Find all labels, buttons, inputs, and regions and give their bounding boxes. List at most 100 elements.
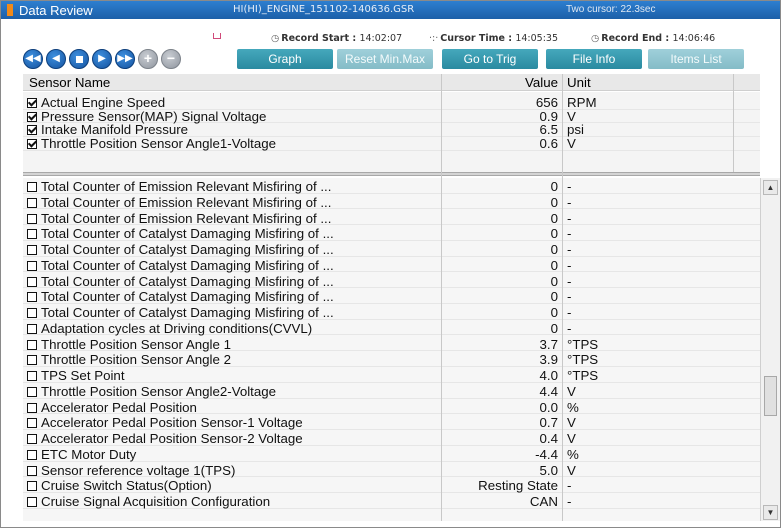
table-row[interactable]: Sensor reference voltage 1(TPS) 5.0 V [23, 463, 760, 478]
table-row[interactable]: Total Counter of Emission Relevant Misfi… [23, 180, 760, 194]
sensor-name: Total Counter of Emission Relevant Misfi… [41, 195, 332, 210]
row-checkbox[interactable] [27, 125, 37, 136]
table-row[interactable]: Throttle Position Sensor Angle 2 3.9 °TPS [23, 353, 760, 367]
table-row[interactable]: Throttle Position Sensor Angle2-Voltage 4… [23, 383, 760, 399]
scroll-thumb[interactable] [764, 376, 777, 416]
sensor-name: Sensor reference voltage 1(TPS) [41, 463, 236, 478]
row-checkbox[interactable] [27, 182, 37, 192]
row-checkbox[interactable] [27, 98, 37, 108]
table-row[interactable]: Accelerator Pedal Position Sensor-1 Volt… [23, 416, 760, 430]
table-row[interactable]: Accelerator Pedal Position 0.0% [23, 399, 760, 415]
row-checkbox[interactable] [27, 497, 37, 508]
table-row[interactable]: Total Counter of Catalyst Damaging Misfi… [23, 306, 760, 320]
sensor-name: Total Counter of Emission Relevant Misfi… [41, 211, 332, 226]
row-checkbox[interactable] [27, 434, 37, 445]
sensor-name: Pressure Sensor(MAP) Signal Voltage [41, 109, 267, 124]
row-checkbox[interactable] [27, 371, 37, 382]
sensor-name: Actual Engine Speed [41, 96, 166, 110]
toolbar: ◷ Record Start : 14:02:07 ·:· Cursor Time … [1, 19, 780, 73]
scroll-down-arrow-icon[interactable]: ▼ [763, 505, 778, 520]
vertical-scrollbar[interactable]: ▲ ▼ [760, 178, 780, 522]
sensor-table: Sensor Name Value Unit Actual Engine Spe… [23, 74, 780, 522]
row-checkbox[interactable] [27, 213, 37, 224]
column-header-unit[interactable]: Unit [567, 75, 591, 90]
file-info-button[interactable]: File Info [546, 49, 642, 69]
row-checkbox[interactable] [27, 386, 37, 397]
forward-fast-button[interactable]: ▶▶ [115, 49, 135, 69]
column-header-name[interactable]: Sensor Name [29, 75, 110, 90]
table-row[interactable]: Cruise Signal Acquisition Configuration C… [23, 495, 760, 509]
table-row[interactable]: Throttle Position Sensor Angle1-Voltage 0… [23, 137, 760, 151]
table-row[interactable]: ETC Motor Duty -4.4% [23, 447, 760, 462]
record-end-value: 14:06:46 [672, 33, 716, 44]
sensor-value: 3.7 [539, 336, 559, 352]
row-checkbox[interactable] [27, 308, 37, 319]
zoom-out-button[interactable]: − [161, 49, 181, 69]
sensor-unit: °TPS [567, 368, 599, 384]
sensor-name: Accelerator Pedal Position Sensor-1 Volt… [41, 416, 303, 431]
row-checkbox[interactable] [27, 465, 37, 476]
table-row[interactable]: Actual Engine Speed 656 RPM [23, 96, 760, 110]
sensor-unit: - [567, 210, 572, 226]
sensor-name: Total Counter of Emission Relevant Misfi… [41, 180, 332, 194]
table-row[interactable]: Total Counter of Catalyst Damaging Misfi… [23, 257, 760, 273]
sensor-value: 0 [550, 226, 558, 242]
table-row[interactable]: Total Counter of Emission Relevant Misfi… [23, 195, 760, 210]
row-checkbox[interactable] [27, 355, 37, 366]
cursor-time: ·:· Cursor Time : 14:05:35 [429, 33, 558, 44]
row-checkbox[interactable] [27, 260, 37, 271]
table-row[interactable]: Throttle Position Sensor Angle 1 3.7 °TPS [23, 336, 760, 352]
row-checkbox[interactable] [27, 229, 37, 240]
graph-button[interactable]: Graph [237, 49, 333, 69]
sensor-unit: % [567, 399, 579, 415]
table-row[interactable]: Total Counter of Emission Relevant Misfi… [23, 210, 760, 226]
row-checkbox[interactable] [27, 449, 37, 460]
clock-icon: ◷ [271, 33, 280, 44]
step-forward-button[interactable]: ▶ [92, 49, 112, 69]
table-row[interactable]: Total Counter of Catalyst Damaging Misfi… [23, 227, 760, 241]
table-row[interactable]: Adaptation cycles at Driving conditions(… [23, 320, 760, 336]
row-checkbox[interactable] [27, 292, 37, 303]
step-back-button[interactable]: ◀ [46, 49, 66, 69]
row-checkbox[interactable] [27, 323, 37, 334]
row-checkbox[interactable] [27, 276, 37, 287]
row-checkbox[interactable] [27, 418, 37, 429]
sensor-value: 0 [550, 257, 558, 273]
table-row[interactable]: Total Counter of Catalyst Damaging Misfi… [23, 243, 760, 257]
row-checkbox[interactable] [27, 111, 37, 122]
table-row[interactable]: Total Counter of Catalyst Damaging Misfi… [23, 290, 760, 304]
stop-button[interactable] [69, 49, 89, 69]
sensor-value: 0 [550, 320, 558, 336]
table-row[interactable]: Total Counter of Catalyst Damaging Misfi… [23, 274, 760, 289]
row-checkbox[interactable] [27, 481, 37, 492]
sensor-unit: - [567, 289, 572, 305]
record-start-label: Record Start : [281, 33, 357, 44]
record-start: ◷ Record Start : 14:02:07 [271, 33, 402, 44]
table-row[interactable]: TPS Set Point 4.0 °TPS [23, 369, 760, 383]
rewind-fast-button[interactable]: ◀◀ [23, 49, 43, 69]
go-to-trig-button[interactable]: Go to Trig [442, 49, 538, 69]
scroll-up-arrow-icon[interactable]: ▲ [763, 180, 778, 195]
row-checkbox[interactable] [27, 245, 37, 256]
table-row[interactable]: Accelerator Pedal Position Sensor-2 Volt… [23, 432, 760, 446]
row-checkbox[interactable] [27, 139, 37, 150]
sensor-value: 0 [550, 289, 558, 305]
table-row[interactable]: Intake Manifold Pressure 6.5 psi [23, 123, 760, 138]
row-checkbox[interactable] [27, 339, 37, 350]
column-header-value[interactable]: Value [443, 75, 558, 90]
sensor-value: 4.4 [539, 383, 559, 399]
sensor-name: Total Counter of Catalyst Damaging Misfi… [41, 258, 334, 273]
zoom-in-button[interactable]: + [138, 49, 158, 69]
list-divider [23, 172, 760, 176]
table-row[interactable]: Cruise Switch Status(Option) Resting Stat… [23, 479, 760, 494]
row-checkbox[interactable] [27, 197, 37, 208]
record-start-value: 14:02:07 [359, 33, 403, 44]
sensor-unit: - [567, 320, 572, 336]
stop-icon [75, 56, 83, 63]
items-list-button[interactable]: Items List [648, 49, 744, 69]
fast-rewind-icon: ◀◀ [25, 53, 41, 64]
sensor-unit: V [567, 383, 576, 399]
row-checkbox[interactable] [27, 402, 37, 413]
reset-min-max-button[interactable]: Reset Min.Max [337, 49, 433, 69]
table-row[interactable]: Pressure Sensor(MAP) Signal Voltage 0.9 V [23, 109, 760, 124]
